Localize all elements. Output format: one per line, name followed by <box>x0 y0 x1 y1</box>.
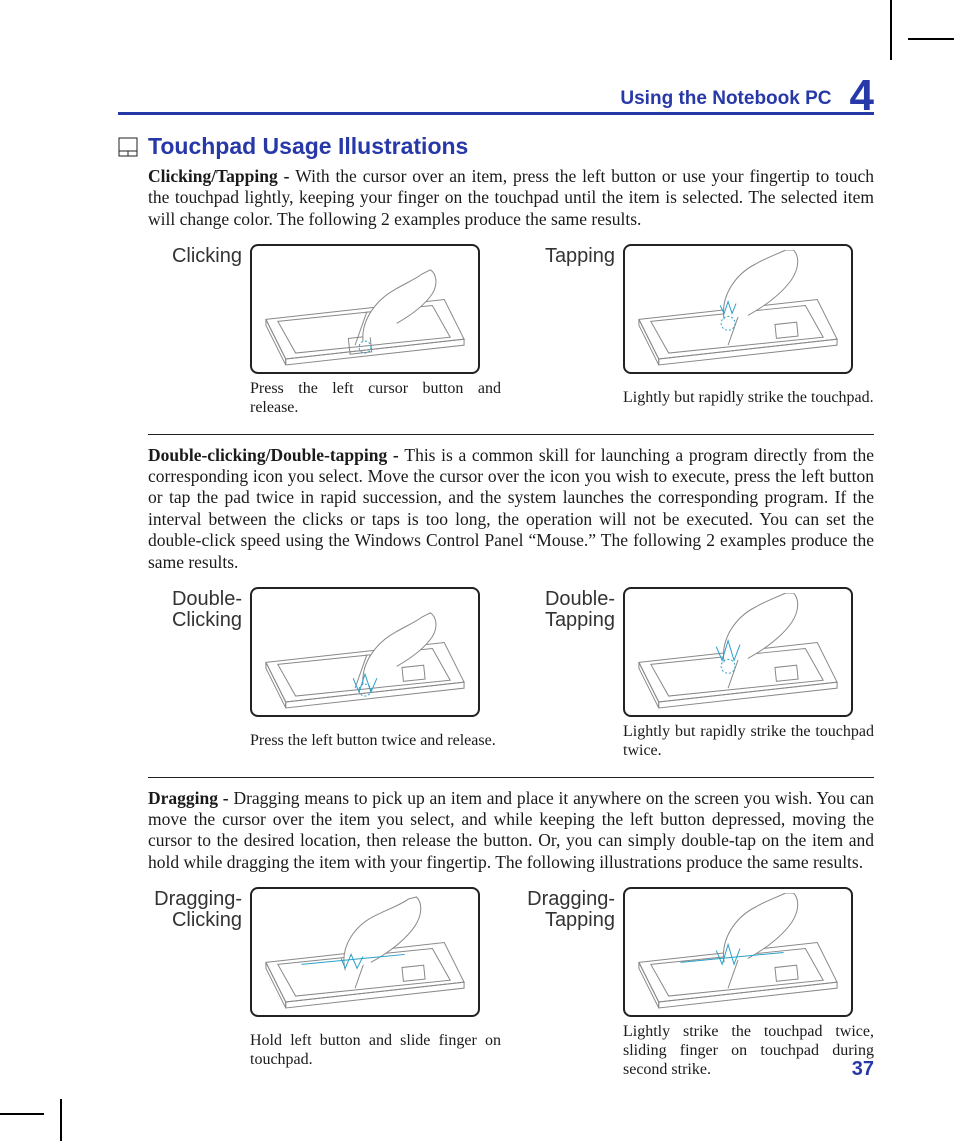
illus-label-dragging-clicking: Dragging-Clicking <box>148 887 242 931</box>
illus-caption-clicking: Press the left cursor button and release… <box>250 380 501 418</box>
paragraph-dragging: Dragging - Dragging means to pick up an … <box>148 788 874 873</box>
header-title: Using the Notebook PC <box>620 88 831 110</box>
illustration-row-3: Dragging-Clicking Hold left button and s… <box>148 887 874 1080</box>
illus-dragging-clicking <box>250 887 480 1017</box>
illus-caption-double-tapping: Lightly but rapidly strike the touchpad … <box>623 723 874 761</box>
illus-caption-dragging-clicking: Hold left button and slide finger on tou… <box>250 1032 501 1070</box>
crop-mark <box>60 1099 62 1141</box>
illus-clicking <box>250 244 480 374</box>
illus-double-tapping <box>623 587 853 717</box>
para-lead: Clicking/Tapping - <box>148 166 295 186</box>
illus-label-tapping: Tapping <box>521 244 615 267</box>
paragraph-clicking-tapping: Clicking/Tapping - With the cursor over … <box>148 166 874 230</box>
para-body: Dragging means to pick up an item and pl… <box>148 788 874 872</box>
crop-mark <box>0 1113 44 1115</box>
illus-label-dragging-tapping: Dragging-Tapping <box>521 887 615 931</box>
crop-mark <box>908 38 954 40</box>
separator <box>148 777 874 778</box>
illus-caption-double-clicking: Press the left button twice and release. <box>250 732 501 751</box>
paragraph-double: Double-clicking/Double-tapping - This is… <box>148 445 874 573</box>
page-number: 37 <box>852 1058 874 1081</box>
illustration-row-2: Double-Clicking Press the left button tw… <box>148 587 874 761</box>
section-heading: Touchpad Usage Illustrations <box>118 133 874 160</box>
section-title: Touchpad Usage Illustrations <box>148 133 468 160</box>
illus-dragging-tapping <box>623 887 853 1017</box>
crop-mark <box>890 0 892 60</box>
illus-label-double-clicking: Double-Clicking <box>148 587 242 631</box>
illus-label-clicking: Clicking <box>148 244 242 267</box>
header-chapter-number: 4 <box>850 76 874 116</box>
illus-caption-tapping: Lightly but rapidly strike the touchpad. <box>623 389 874 408</box>
illus-label-double-tapping: Double-Tapping <box>521 587 615 631</box>
separator <box>148 434 874 435</box>
illus-tapping <box>623 244 853 374</box>
illus-caption-dragging-tapping: Lightly strike the touchpad twice, slidi… <box>623 1023 874 1080</box>
page-header: Using the Notebook PC 4 <box>118 70 874 115</box>
para-lead: Double-clicking/Double-tapping - <box>148 445 404 465</box>
illus-double-clicking <box>250 587 480 717</box>
illustration-row-1: Clicking Press the left cursor button an… <box>148 244 874 418</box>
para-lead: Dragging - <box>148 788 233 808</box>
touchpad-icon <box>118 137 138 157</box>
